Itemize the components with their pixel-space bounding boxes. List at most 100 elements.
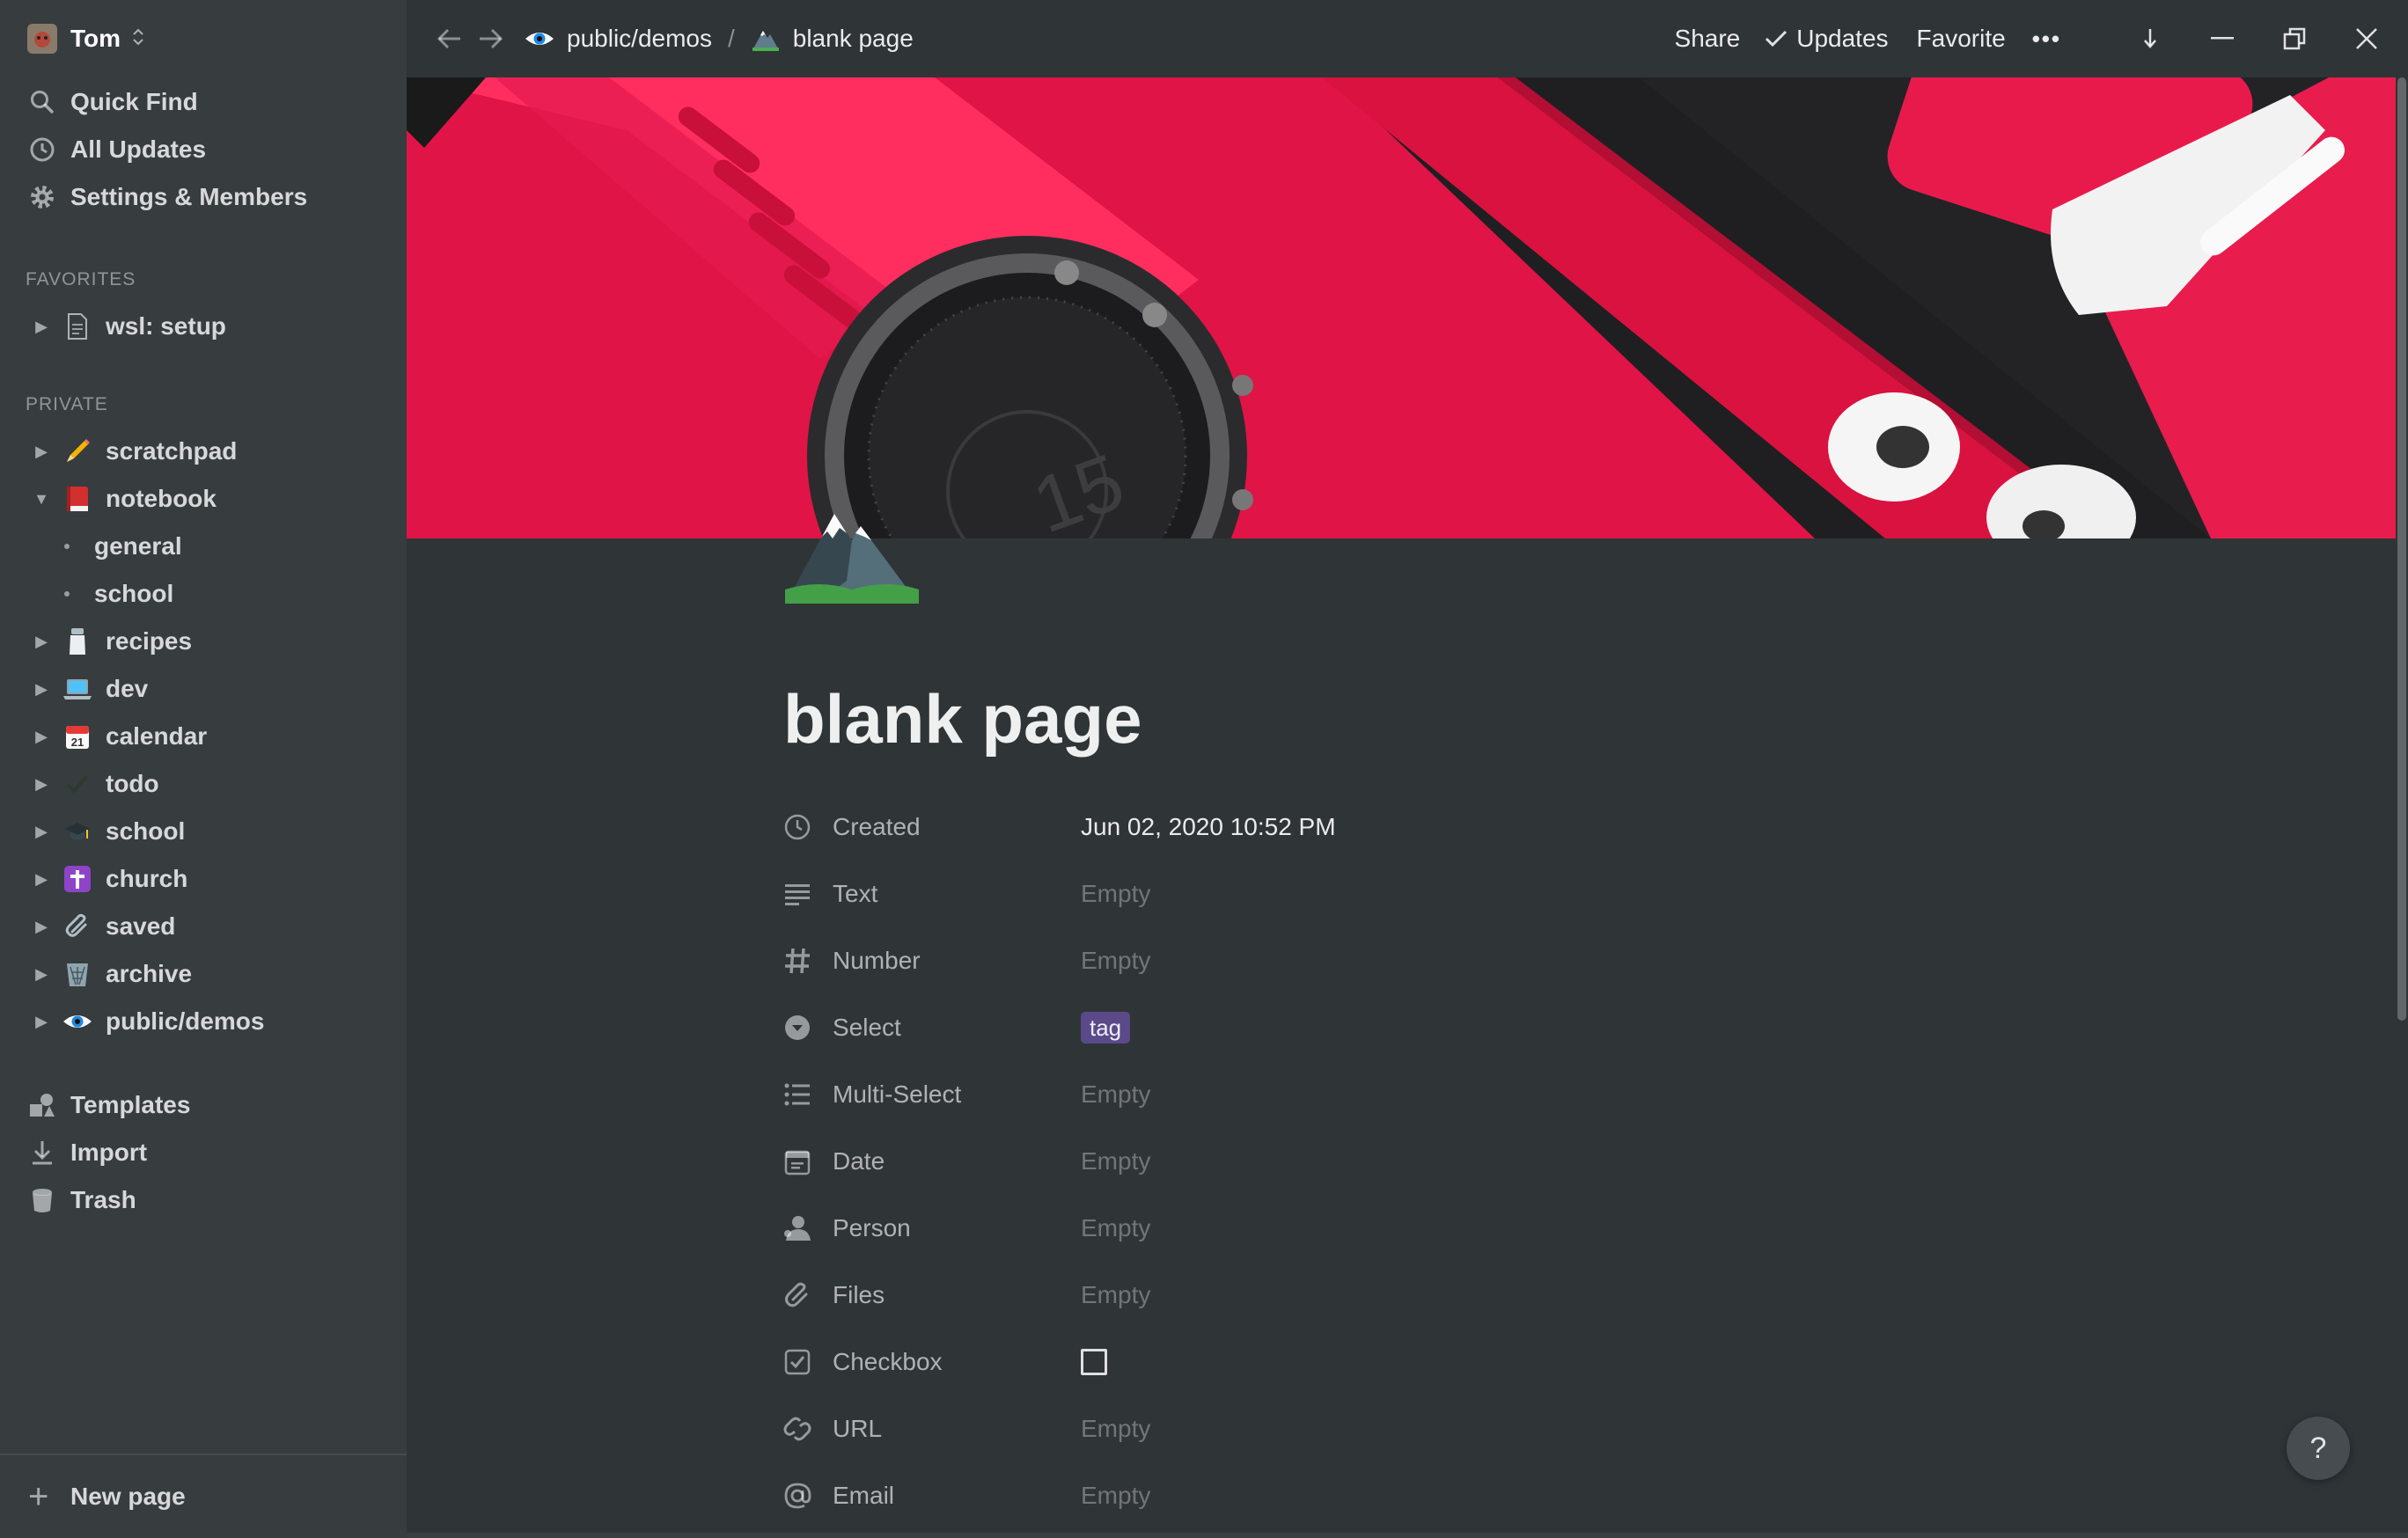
more-options-button[interactable]: ••• [2032,26,2061,53]
breadcrumb-item-blank-page[interactable]: blank page [751,25,914,53]
property-url: URL Empty [782,1403,1750,1455]
list-icon [782,1079,813,1110]
sidebar-item-public-demos[interactable]: ▶ public/demos [0,999,407,1044]
minimize-icon[interactable] [2186,0,2258,77]
workspace-switcher[interactable]: Tom [0,16,407,62]
property-name[interactable]: Files [833,1281,1081,1309]
sidebar-item-label: wsl: setup [106,312,226,340]
breadcrumb: public/demos / blank page [525,25,914,53]
property-value[interactable]: tag [1081,1012,1131,1044]
sidebar-item-label: Trash [70,1186,136,1213]
paperclip-emoji-icon [62,911,93,942]
expand-arrow-icon[interactable]: ▶ [30,714,53,759]
property-value[interactable]: Empty [1081,1147,1150,1175]
cover-artwork: 15 [407,77,2396,538]
sidebar-item-import[interactable]: Import [0,1130,407,1175]
property-value[interactable]: Empty [1081,1214,1150,1242]
expand-arrow-icon[interactable]: ▶ [30,999,53,1044]
sidebar-item-school-child[interactable]: school [0,571,407,617]
property-name[interactable]: Date [833,1147,1081,1175]
scrollbar-thumb[interactable] [2397,77,2406,1021]
workspace-avatar-icon [26,23,58,55]
calendar-emoji-icon: 21 [62,721,93,752]
property-name[interactable]: Person [833,1214,1081,1242]
property-name[interactable]: Text [833,880,1081,908]
expand-arrow-icon[interactable]: ▶ [30,666,53,712]
check-icon [1765,29,1788,48]
expand-arrow-icon[interactable]: ▶ [30,619,53,664]
sidebar-item-recipes[interactable]: ▶ recipes [0,619,407,664]
favorite-button[interactable]: Favorite [1917,25,2006,53]
property-name[interactable]: Created [833,813,1081,841]
sidebar-item-archive[interactable]: ▶ archive [0,951,407,997]
collapse-arrow-icon[interactable]: ▼ [30,476,53,522]
trash-icon [26,1184,58,1216]
sidebar-item-label: notebook [106,485,217,512]
expand-arrow-icon[interactable]: ▶ [30,856,53,902]
sidebar-item-todo[interactable]: ▶ todo [0,761,407,807]
property-value[interactable]: Empty [1081,947,1150,975]
sidebar-item-notebook[interactable]: ▼ notebook [0,476,407,522]
checkbox-input[interactable] [1081,1349,1107,1375]
property-name[interactable]: Select [833,1014,1081,1042]
select-tag[interactable]: tag [1081,1012,1131,1044]
help-button[interactable]: ? [2287,1417,2350,1480]
sidebar-item-calendar[interactable]: ▶ 21 calendar [0,714,407,759]
calendar-icon [782,1146,813,1177]
sidebar-item-label: calendar [106,722,208,750]
property-value[interactable]: Empty [1081,1482,1150,1510]
expand-arrow-icon[interactable]: ▶ [30,428,53,474]
back-arrow-icon[interactable] [428,18,470,60]
expand-arrow-icon[interactable]: ▶ [30,951,53,997]
property-name[interactable]: Multi-Select [833,1080,1081,1109]
wastebasket-emoji-icon [62,958,93,990]
breadcrumb-separator: / [727,25,735,52]
page-cover-image[interactable]: 15 [407,77,2396,538]
property-value [1081,1349,1107,1375]
property-name[interactable]: Checkbox [833,1348,1081,1376]
page-icon-snow-capped-mountain[interactable] [783,475,921,607]
close-icon[interactable] [2331,0,2403,77]
sidebar-item-dev[interactable]: ▶ dev [0,666,407,712]
forward-arrow-icon[interactable] [470,18,512,60]
sidebar-item-trash[interactable]: Trash [0,1177,407,1223]
download-arrow-icon[interactable] [2114,0,2186,77]
sidebar-item-school[interactable]: ▶ school [0,809,407,854]
person-icon [782,1212,813,1244]
sidebar-item-settings[interactable]: Settings & Members [0,174,407,220]
sidebar-item-all-updates[interactable]: All Updates [0,127,407,172]
expand-arrow-icon[interactable]: ▶ [30,761,53,807]
property-name[interactable]: Number [833,947,1081,975]
favorites-heading: FAVORITES [26,269,136,289]
updates-button[interactable]: Updates [1765,25,1889,53]
breadcrumb-item-public-demos[interactable]: public/demos [525,25,712,53]
sidebar-item-label: Settings & Members [70,183,308,210]
sidebar-item-wsl-setup[interactable]: ▶ wsl: setup [0,304,407,349]
sidebar-item-general[interactable]: general [0,524,407,569]
sidebar-item-templates[interactable]: Templates [0,1082,407,1128]
sidebar-item-label: school [106,817,186,845]
property-value[interactable]: Empty [1081,1281,1150,1309]
expand-arrow-icon[interactable]: ▶ [30,904,53,949]
expand-arrow-icon[interactable]: ▶ [30,304,53,349]
property-name[interactable]: Email [833,1482,1081,1510]
page-title[interactable]: blank page [783,679,1142,759]
property-checkbox: Checkbox [782,1336,1750,1388]
sidebar-item-saved[interactable]: ▶ saved [0,904,407,949]
bottom-edge [407,1533,2408,1538]
red-book-emoji-icon [62,483,93,515]
sidebar-item-quick-find[interactable]: Quick Find [0,79,407,125]
property-value[interactable]: Empty [1081,1415,1150,1443]
new-page-button[interactable]: + New page [0,1454,407,1538]
share-button[interactable]: Share [1675,25,1741,53]
property-value[interactable]: Empty [1081,880,1150,908]
restore-icon[interactable] [2258,0,2331,77]
search-icon [26,86,58,118]
expand-arrow-icon[interactable]: ▶ [30,809,53,854]
property-name[interactable]: URL [833,1415,1081,1443]
sidebar-item-label: school [94,580,174,607]
sidebar-item-scratchpad[interactable]: ▶ scratchpad [0,428,407,474]
sidebar-item-church[interactable]: ▶ church [0,856,407,902]
property-value[interactable]: Empty [1081,1080,1150,1109]
shapes-icon [26,1089,58,1121]
